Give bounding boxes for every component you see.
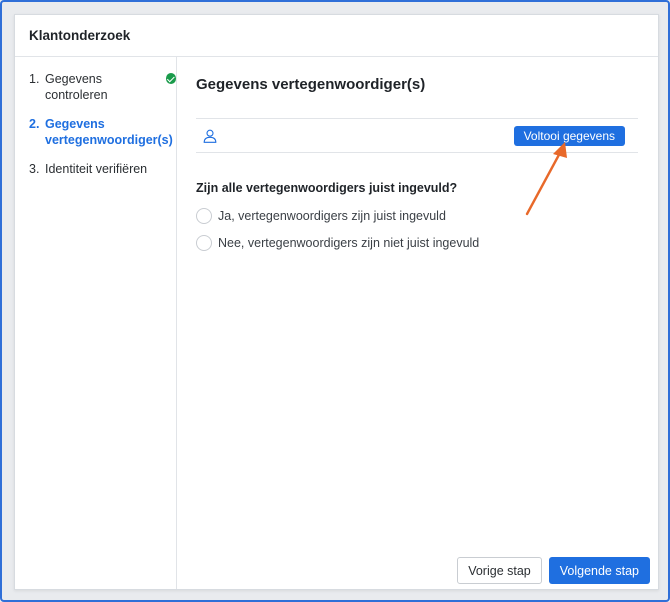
- radio-label: Ja, vertegenwoordigers zijn juist ingevu…: [218, 209, 446, 223]
- main-content: Gegevens vertegenwoordiger(s) Voltooi ge…: [177, 57, 658, 589]
- steps-sidebar: 1. Gegevens controleren 2. Gegevens vert…: [15, 57, 177, 589]
- question-label: Zijn alle vertegenwoordigers juist ingev…: [196, 181, 458, 195]
- step-label: Gegevens vertegenwoordiger(s): [45, 117, 173, 147]
- step-gegevens-controleren[interactable]: 1. Gegevens controleren: [29, 71, 176, 103]
- dialog-title: Klantonderzoek: [29, 28, 131, 43]
- dialog-body: 1. Gegevens controleren 2. Gegevens vert…: [15, 57, 658, 589]
- radio-button[interactable]: [196, 235, 212, 251]
- page-title: Gegevens vertegenwoordiger(s): [196, 76, 426, 93]
- check-circle-icon: [165, 73, 176, 84]
- dialog-header: Klantonderzoek: [15, 15, 658, 57]
- step-number: 2.: [29, 117, 40, 131]
- vorige-stap-button[interactable]: Vorige stap: [457, 557, 542, 584]
- step-number: 3.: [29, 162, 40, 176]
- wizard-dialog: Klantonderzoek 1. Gegevens controleren 2…: [14, 14, 659, 590]
- radio-option-nee[interactable]: Nee, vertegenwoordigers zijn niet juist …: [196, 235, 638, 251]
- dialog-footer: Vorige stap Volgende stap: [457, 557, 650, 584]
- voltooi-gegevens-button[interactable]: Voltooi gegevens: [513, 125, 625, 146]
- user-icon: [203, 129, 217, 143]
- step-label: Identiteit verifiëren: [45, 162, 148, 176]
- volgende-stap-button[interactable]: Volgende stap: [548, 557, 650, 584]
- screenshot-frame: Klantonderzoek 1. Gegevens controleren 2…: [0, 0, 670, 602]
- representative-row: Voltooi gegevens: [196, 118, 638, 153]
- radio-button[interactable]: [196, 208, 212, 224]
- step-gegevens-vertegenwoordigers[interactable]: 2. Gegevens vertegenwoordiger(s): [29, 116, 176, 148]
- step-identiteit-verifieren[interactable]: 3. Identiteit verifiëren: [29, 161, 176, 177]
- radio-option-ja[interactable]: Ja, vertegenwoordigers zijn juist ingevu…: [196, 208, 638, 224]
- radio-label: Nee, vertegenwoordigers zijn niet juist …: [218, 236, 480, 250]
- step-number: 1.: [29, 72, 40, 86]
- step-label: Gegevens controleren: [45, 72, 108, 102]
